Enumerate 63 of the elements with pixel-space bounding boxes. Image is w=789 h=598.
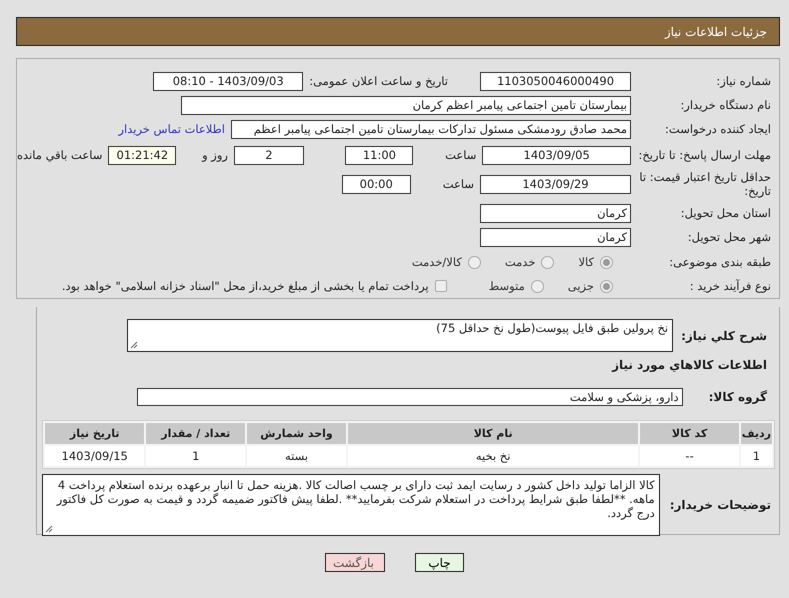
field-label: طبقه بندی موضوعی: [668, 255, 772, 269]
field-label: ساعت باقي مانده [17, 148, 102, 162]
treasury-checkbox[interactable] [434, 280, 447, 292]
city-field: کرمان [480, 228, 631, 246]
deadline-time-field: 11:00 [345, 146, 414, 164]
category-radio[interactable] [600, 256, 613, 268]
option-label: متوسط [488, 279, 525, 293]
option-label: خدمت [504, 255, 536, 269]
table-cell: نخ بخیه [348, 446, 638, 466]
category-radio[interactable] [468, 256, 481, 268]
resize-grip-icon[interactable] [130, 341, 138, 349]
column-header: تعداد / مقدار [146, 423, 246, 444]
column-header: نام کالا [348, 423, 638, 444]
field-label: توضیحات خریدار: [670, 498, 771, 512]
field-label: شرح کلي نياز: [681, 328, 767, 342]
section-title: اطلاعات كالاهاي مورد نياز [612, 358, 767, 372]
page-title: جزئیات اطلاعات نیاز [664, 24, 767, 38]
field-label: تاریخ و ساعت اعلان عمومی: [309, 74, 448, 88]
column-header: تاریخ نیاز [45, 423, 144, 444]
field-label: نام دستگاه خریدار: [679, 98, 772, 112]
process-radio[interactable] [600, 280, 613, 292]
column-header: واحد شمارش [247, 423, 346, 444]
table-cell: 1403/09/15 [45, 446, 144, 466]
field-label: روز و [202, 148, 228, 162]
notes-field: کالا الزاما تولید داخل کشور د رسایت ایمد ثبت دارای بر چسب اصالت کالا .هزینه حمل تا انبار برعهده برنده استعلام پرداخت 4 ماهه. **لطفا طبق شرایط پرداخت در استعلام شرکت بفرمایید** .لطفا پیش فاکتور ضمیمه گردد و قیمت به صورت کل فاکتور درج گردد. [42, 474, 660, 536]
remaining-time-field: 01:21:42 [108, 146, 176, 164]
checkbox-label: پرداخت تمام یا بخشی از مبلغ خرید،از محل "اسناد خزانه اسلامی" خواهد بود. [62, 279, 429, 293]
deadline-date-field: 1403/09/05 [482, 146, 631, 164]
field-label: نوع فرآیند خرید : [688, 279, 772, 293]
field-label: ایجاد کننده درخواست: [664, 122, 772, 136]
field-label: شهر محل تحویل: [686, 230, 772, 244]
field-label: حداقل تاریخ اعتبار قیمت: تا تاریخ: [638, 170, 772, 198]
option-label: کالا/خدمت [412, 255, 462, 269]
field-label: ساعت [445, 148, 476, 162]
category-radio[interactable] [541, 256, 554, 268]
field-label: ساعت [442, 177, 474, 191]
contact-link[interactable]: اطلاعات تماس خریدار [118, 122, 225, 136]
need-number-field: 1103050046000490 [480, 72, 631, 90]
print-button[interactable]: چاپ [415, 553, 464, 572]
field-label: شماره نیاز: [715, 74, 772, 88]
process-radio[interactable] [530, 280, 544, 292]
validity-time-field: 00:00 [342, 174, 411, 194]
field-label: گروه کالا: [708, 390, 767, 404]
table-cell: 1 [146, 446, 246, 466]
table-cell: 1 [740, 446, 772, 466]
resize-grip-icon[interactable] [44, 525, 53, 533]
field-label: مهلت ارسال پاسخ: تا تاریخ: [637, 148, 772, 162]
announce-date-field: 1403/09/03 - 08:10 [153, 72, 304, 90]
province-field: کرمان [480, 204, 631, 222]
validity-date-field: 1403/09/29 [480, 174, 631, 194]
column-header: ردیف [740, 423, 772, 444]
group-field: دارو، پزشکی و سلامت [136, 388, 683, 406]
summary-field: نخ پرولین طبق فایل پیوست(طول نخ حداقل 75) [127, 319, 674, 352]
days-field: 2 [234, 146, 304, 164]
option-label: جزیی [568, 279, 594, 293]
creator-field: محمد صادق رودمشکی مسئول تدارکات بیمارستان تامین اجتماعی پیامبر اعظم [231, 120, 631, 138]
buyer-field: بیمارستان تامین اجتماعی پیامبر اعظم کرمان [181, 96, 631, 114]
option-label: کالا [578, 255, 594, 269]
table-cell: -- [640, 446, 739, 466]
table-cell: بسته [247, 446, 346, 466]
back-button[interactable]: بازگشت [325, 553, 385, 572]
field-label: استان محل تحویل: [680, 206, 772, 220]
column-header: کد کالا [640, 423, 739, 444]
